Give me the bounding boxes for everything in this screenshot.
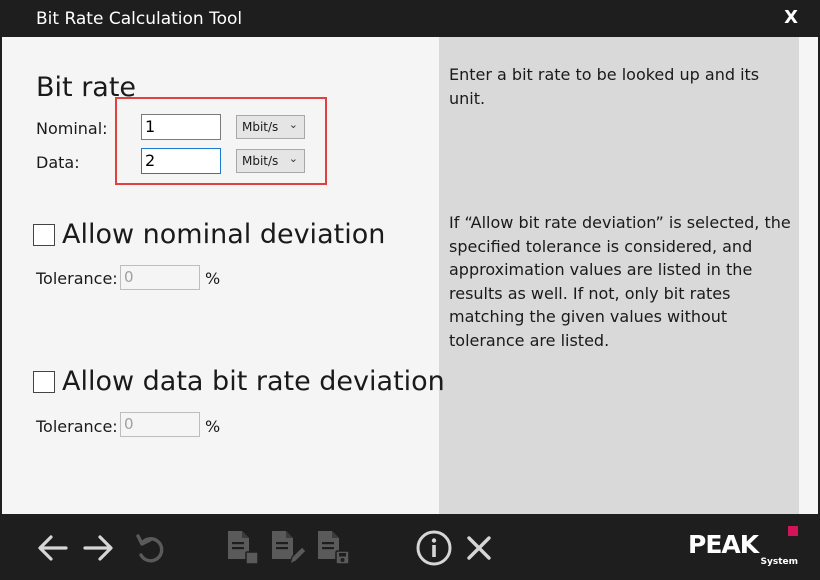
nominal-tolerance-percent: % bbox=[205, 269, 221, 288]
close-icon bbox=[467, 536, 491, 560]
back-button[interactable] bbox=[33, 528, 73, 568]
scrollbar-track[interactable] bbox=[799, 37, 818, 514]
title-bar: Bit Rate Calculation Tool X bbox=[0, 0, 820, 37]
save-document-button[interactable] bbox=[312, 528, 352, 568]
deviation-help-text: If “Allow bit rate deviation” is selecte… bbox=[449, 213, 791, 350]
bit-rate-help-text: Enter a bit rate to be looked up and its… bbox=[449, 65, 760, 108]
undo-button[interactable] bbox=[130, 528, 170, 568]
window-title: Bit Rate Calculation Tool bbox=[36, 9, 243, 29]
copy-document-button[interactable] bbox=[222, 528, 262, 568]
document-edit-icon bbox=[272, 531, 306, 566]
bottom-toolbar: PEAK System bbox=[0, 514, 820, 580]
allow-nominal-deviation-label[interactable]: Allow nominal deviation bbox=[62, 219, 385, 250]
arrow-left-icon bbox=[38, 535, 68, 561]
document-copy-icon bbox=[228, 531, 259, 565]
allow-nominal-deviation-checkbox[interactable] bbox=[33, 224, 55, 246]
logo-subtitle: System bbox=[760, 557, 799, 567]
allow-data-deviation-checkbox[interactable] bbox=[33, 371, 55, 393]
document-save-icon bbox=[318, 531, 350, 565]
info-button[interactable] bbox=[414, 528, 454, 568]
peak-system-logo: PEAK System bbox=[688, 526, 800, 572]
allow-data-deviation-label[interactable]: Allow data bit rate deviation bbox=[62, 366, 445, 397]
data-tolerance-label: Tolerance: bbox=[36, 417, 118, 436]
undo-icon bbox=[136, 534, 164, 563]
forward-button[interactable] bbox=[78, 528, 118, 568]
edit-document-button[interactable] bbox=[266, 528, 306, 568]
window-close-button[interactable]: X bbox=[784, 7, 798, 28]
logo-accent-square bbox=[788, 526, 798, 536]
logo-text: PEAK bbox=[688, 530, 759, 559]
highlight-annotation bbox=[115, 97, 327, 185]
nominal-label: Nominal: bbox=[36, 119, 108, 138]
data-tolerance-input[interactable]: 0 bbox=[120, 412, 200, 437]
close-button[interactable] bbox=[459, 528, 499, 568]
arrow-right-icon bbox=[83, 535, 113, 561]
data-label: Data: bbox=[36, 153, 80, 172]
data-tolerance-percent: % bbox=[205, 417, 221, 436]
nominal-tolerance-input[interactable]: 0 bbox=[120, 265, 200, 290]
nominal-tolerance-label: Tolerance: bbox=[36, 269, 118, 288]
info-icon bbox=[416, 530, 452, 566]
